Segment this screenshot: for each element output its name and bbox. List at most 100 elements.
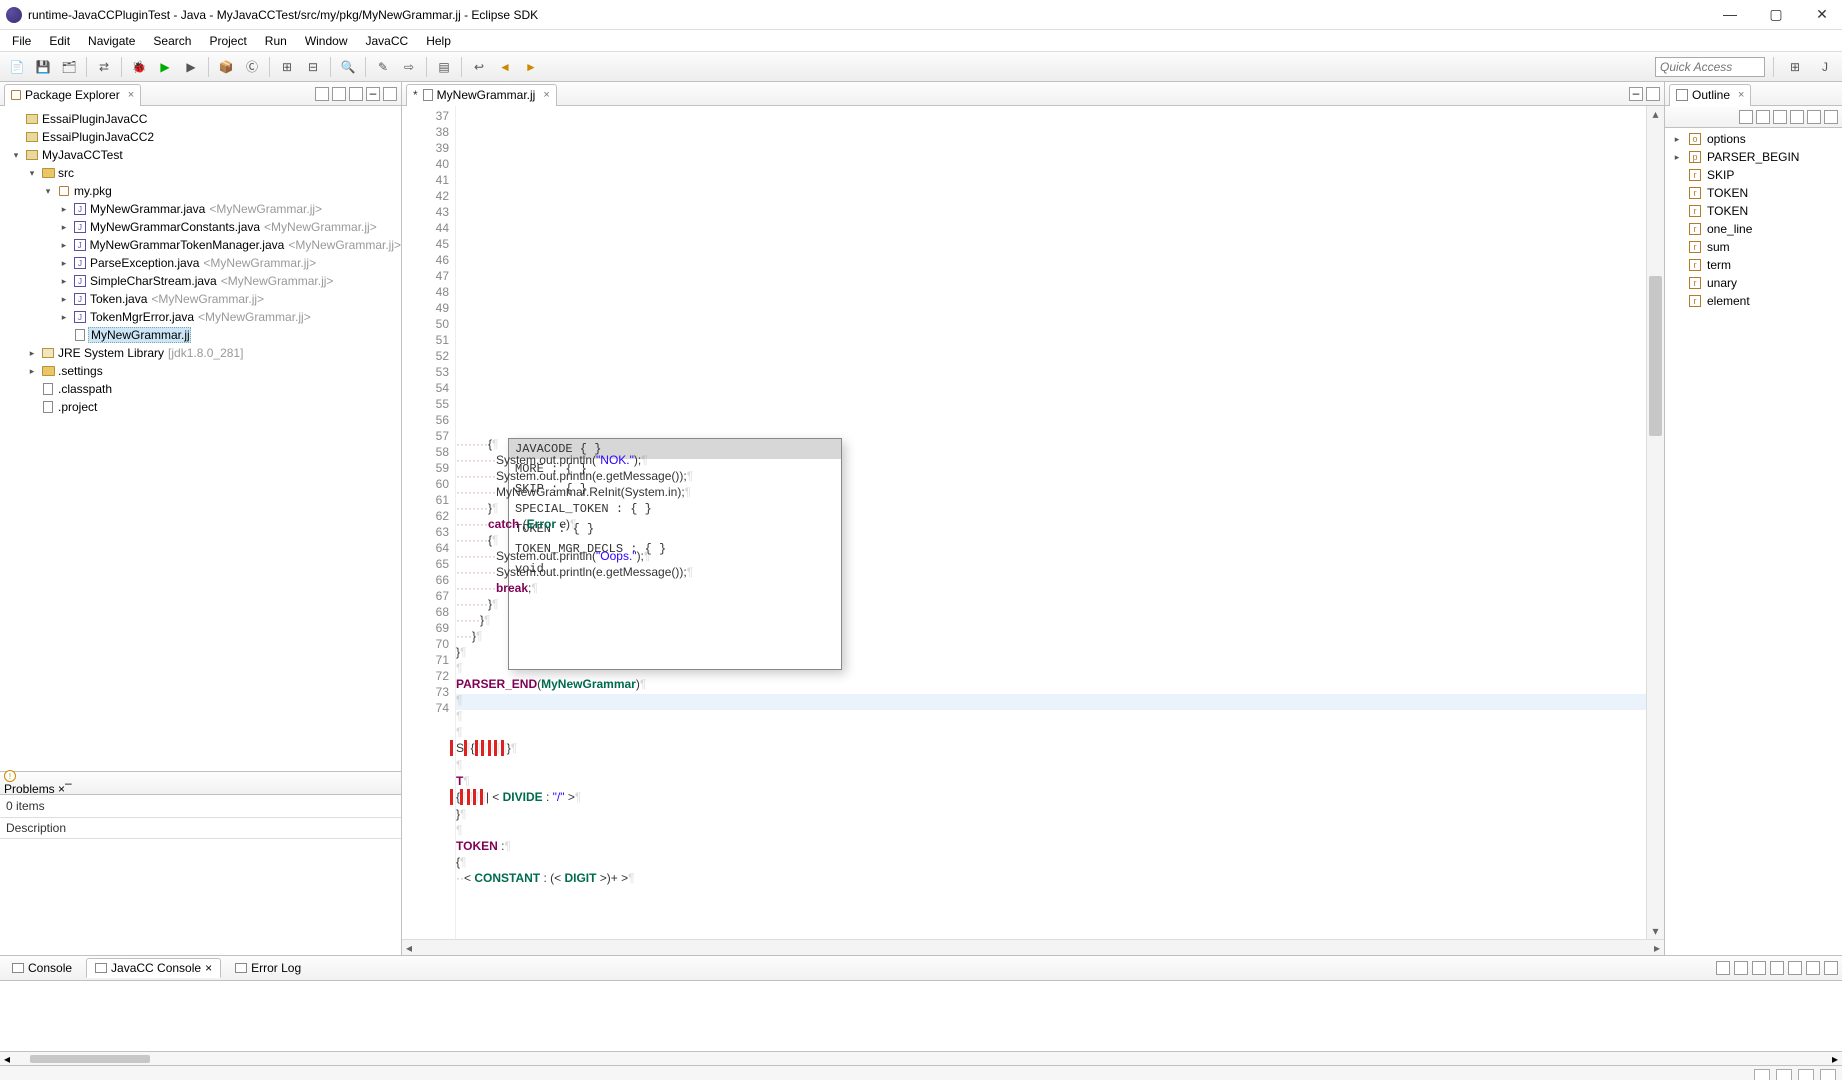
- new-class-icon[interactable]: Ⓒ: [242, 57, 262, 77]
- tree-item[interactable]: ParseException.java: [88, 256, 199, 270]
- nav-icon[interactable]: ⇨: [399, 57, 419, 77]
- menu-window[interactable]: Window: [299, 32, 354, 50]
- package-explorer-tree[interactable]: EssaiPluginJavaCCEssaiPluginJavaCC2▾MyJa…: [0, 106, 401, 771]
- bottom-tab[interactable]: Console: [4, 959, 80, 977]
- saveall-icon[interactable]: 🗂: [59, 57, 79, 77]
- tree-item[interactable]: EssaiPluginJavaCC2: [40, 130, 154, 144]
- tree-twisty[interactable]: ▸: [1671, 152, 1683, 163]
- outline-item[interactable]: TOKEN: [1707, 186, 1748, 200]
- annotation-icon[interactable]: ✎: [373, 57, 393, 77]
- tree-item[interactable]: JRE System Library: [56, 346, 164, 360]
- close-icon[interactable]: ×: [1738, 89, 1744, 101]
- tree-item[interactable]: TokenMgrError.java: [88, 310, 194, 324]
- tree-item[interactable]: MyNewGrammar.jj: [88, 327, 191, 343]
- toggle-breadcrumb-icon[interactable]: ▤: [434, 57, 454, 77]
- outline-tool-icon[interactable]: [1739, 110, 1753, 124]
- trim-hscroll[interactable]: ◂ ▸: [0, 1051, 1842, 1065]
- menu-help[interactable]: Help: [420, 32, 457, 50]
- problems-tab[interactable]: ! Problems ×: [4, 770, 65, 796]
- tree-item[interactable]: .project: [56, 400, 97, 414]
- quick-access-input[interactable]: [1655, 57, 1765, 77]
- code-area[interactable]: JAVACODE { }MORE : { }SKIP : { }SPECIAL_…: [456, 106, 1646, 939]
- menu-project[interactable]: Project: [203, 32, 252, 50]
- package-explorer-tab[interactable]: Package Explorer ×: [4, 84, 141, 106]
- run-icon[interactable]: ▶: [155, 57, 175, 77]
- outline-item[interactable]: SKIP: [1707, 168, 1734, 182]
- tree-item[interactable]: EssaiPluginJavaCC: [40, 112, 147, 126]
- status-icon[interactable]: [1754, 1069, 1770, 1080]
- close-button[interactable]: ✕: [1808, 6, 1836, 23]
- outline-tool-icon[interactable]: [1807, 110, 1821, 124]
- menu-run[interactable]: Run: [259, 32, 293, 50]
- minimize-icon[interactable]: –: [1629, 87, 1643, 101]
- tree-twisty[interactable]: ▾: [8, 150, 24, 161]
- console-body[interactable]: [0, 981, 1842, 1051]
- tree-item[interactable]: MyNewGrammar.java: [88, 202, 205, 216]
- close-icon[interactable]: ×: [58, 782, 65, 796]
- tree-item[interactable]: my.pkg: [72, 184, 112, 198]
- outline-tool-icon[interactable]: [1773, 110, 1787, 124]
- outline-item[interactable]: term: [1707, 258, 1731, 272]
- scroll-left-icon[interactable]: ◂: [406, 941, 412, 955]
- tree-item[interactable]: SimpleCharStream.java: [88, 274, 217, 288]
- status-icon[interactable]: [1776, 1069, 1792, 1080]
- console-tool-icon[interactable]: [1734, 961, 1748, 975]
- menu-javacc[interactable]: JavaCC: [360, 32, 415, 50]
- scroll-thumb[interactable]: [1649, 276, 1662, 436]
- maximize-button[interactable]: ▢: [1762, 6, 1790, 23]
- outline-item[interactable]: TOKEN: [1707, 204, 1748, 218]
- tree-twisty[interactable]: ▸: [56, 204, 72, 215]
- scroll-left-icon[interactable]: ◂: [4, 1052, 10, 1066]
- tree-item[interactable]: .classpath: [56, 382, 112, 396]
- maximize-icon[interactable]: [383, 87, 397, 101]
- tree-twisty[interactable]: ▸: [56, 240, 72, 251]
- close-icon[interactable]: ×: [543, 89, 549, 101]
- tree-twisty[interactable]: ▸: [56, 222, 72, 233]
- open-task-icon[interactable]: ⊟: [303, 57, 323, 77]
- scroll-right-icon[interactable]: ▸: [1832, 1052, 1838, 1066]
- menu-navigate[interactable]: Navigate: [82, 32, 141, 50]
- outline-tool-icon[interactable]: [1756, 110, 1770, 124]
- console-tool-icon[interactable]: [1752, 961, 1766, 975]
- tree-twisty[interactable]: ▸: [56, 294, 72, 305]
- status-icon[interactable]: [1798, 1069, 1814, 1080]
- outline-tab[interactable]: Outline ×: [1669, 84, 1751, 106]
- console-tool-icon[interactable]: [1716, 961, 1730, 975]
- tree-item[interactable]: MyNewGrammarTokenManager.java: [88, 238, 285, 252]
- ext-tools-icon[interactable]: ▶: [181, 57, 201, 77]
- outline-tool-icon[interactable]: [1824, 110, 1838, 124]
- outline-item[interactable]: one_line: [1707, 222, 1752, 236]
- new-icon[interactable]: 📄: [7, 57, 27, 77]
- outline-item[interactable]: sum: [1707, 240, 1730, 254]
- back-icon[interactable]: ◄: [495, 57, 515, 77]
- outline-tree[interactable]: ▸ooptions▸pPARSER_BEGINrSKIPrTOKENrTOKEN…: [1665, 128, 1842, 312]
- menu-search[interactable]: Search: [147, 32, 197, 50]
- link-editor-icon[interactable]: [332, 87, 346, 101]
- tree-item[interactable]: .settings: [56, 364, 103, 378]
- open-type-icon[interactable]: ⊞: [277, 57, 297, 77]
- java-perspective-icon[interactable]: J: [1815, 57, 1835, 77]
- save-icon[interactable]: 💾: [33, 57, 53, 77]
- switch-icon[interactable]: ⇄: [94, 57, 114, 77]
- status-icon[interactable]: [1820, 1069, 1836, 1080]
- open-perspective-icon[interactable]: ⊞: [1785, 57, 1805, 77]
- editor-vscroll[interactable]: ▴ ▾: [1646, 106, 1664, 939]
- close-icon[interactable]: ×: [128, 89, 134, 101]
- scroll-up-icon[interactable]: ▴: [1647, 106, 1664, 122]
- editor-area[interactable]: 3738394041424344454647484950515253545556…: [402, 106, 1664, 939]
- tree-twisty[interactable]: ▸: [24, 366, 40, 377]
- editor-hscroll[interactable]: ◂ ▸: [402, 939, 1664, 955]
- minimize-icon[interactable]: –: [65, 776, 72, 790]
- outline-tool-icon[interactable]: [1790, 110, 1804, 124]
- minimize-button[interactable]: —: [1716, 6, 1744, 23]
- menu-edit[interactable]: Edit: [43, 32, 76, 50]
- menu-file[interactable]: File: [6, 32, 37, 50]
- tree-item[interactable]: Token.java: [88, 292, 147, 306]
- console-tool-icon[interactable]: [1770, 961, 1784, 975]
- maximize-icon[interactable]: [1646, 87, 1660, 101]
- outline-item[interactable]: options: [1707, 132, 1746, 146]
- view-menu-icon[interactable]: [349, 87, 363, 101]
- collapse-all-icon[interactable]: [315, 87, 329, 101]
- close-icon[interactable]: ×: [205, 961, 212, 975]
- tree-twisty[interactable]: ▾: [40, 186, 56, 197]
